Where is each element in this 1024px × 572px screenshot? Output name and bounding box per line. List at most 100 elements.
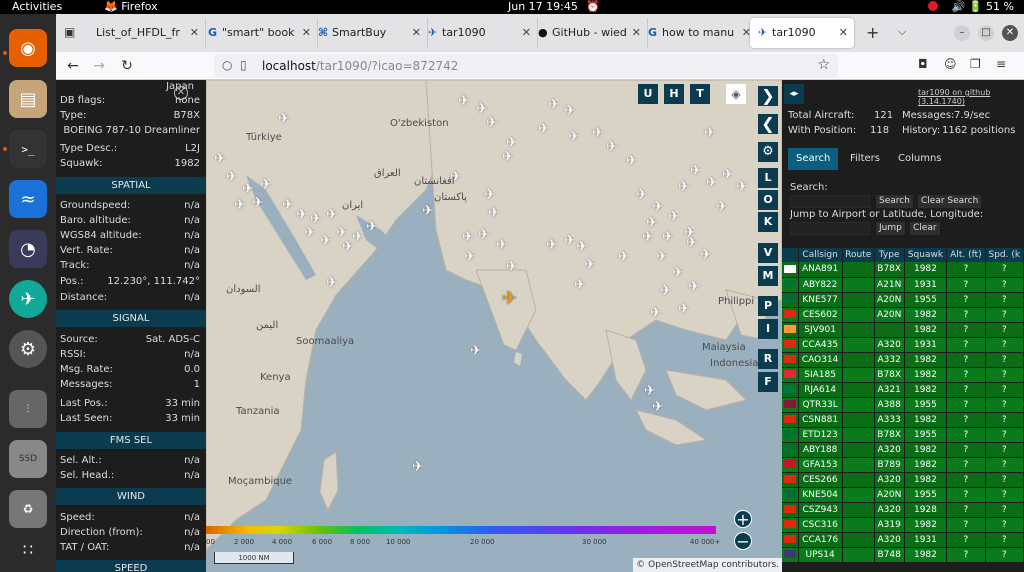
page-info-icon[interactable]: ○ (222, 58, 232, 72)
table-row[interactable]: CSZ943 A320 1928?? (782, 502, 1024, 518)
list-all-tabs-icon[interactable]: ⌵ (898, 25, 906, 39)
status-area[interactable]: 🔊 🔋 51 % (927, 0, 1014, 14)
table-row[interactable]: RJA614 A321 1982?? (782, 382, 1024, 398)
tab-search[interactable]: Search (788, 148, 839, 170)
aircraft-marker[interactable]: ✈ (464, 250, 476, 264)
aircraft-marker[interactable]: ✈ (606, 140, 618, 154)
aircraft-marker[interactable]: ✈ (678, 180, 690, 194)
minimize-button[interactable]: – (954, 25, 970, 41)
speed-header[interactable]: SPEED (56, 560, 206, 572)
fms-sel-header[interactable]: FMS SEL (56, 432, 206, 449)
aircraft-marker[interactable]: ✈ (478, 228, 490, 242)
aircraft-marker[interactable]: ✈ (584, 258, 596, 272)
chevron-right-icon[interactable]: ❯ (758, 86, 778, 106)
table-row[interactable]: KNE504 A20N 1955?? (782, 487, 1024, 503)
tab-filters[interactable]: Filters (842, 148, 888, 170)
aircraft-marker[interactable]: ✈ (278, 112, 290, 126)
jump-input[interactable] (790, 222, 870, 235)
aircraft-marker[interactable]: ✈ (476, 102, 488, 116)
search-button[interactable]: Search (876, 195, 913, 208)
chevron-left-icon[interactable]: ❮ (758, 114, 778, 134)
column-header[interactable]: Callsign (798, 248, 843, 262)
aircraft-marker[interactable]: ✈ (690, 164, 702, 178)
aircraft-marker[interactable]: ✈ (660, 284, 672, 298)
zoom-in-button[interactable]: + (734, 510, 752, 528)
aircraft-marker[interactable]: ✈ (488, 206, 500, 220)
aircraft-marker[interactable]: ✈ (326, 276, 338, 290)
map-button-l[interactable]: L (758, 168, 778, 188)
expand-panel-icon[interactable]: ◂▸ (784, 84, 804, 104)
aircraft-marker[interactable]: ✈ (662, 230, 674, 244)
signal-header[interactable]: SIGNAL (56, 310, 206, 327)
map[interactable]: Türkiye O'zbekiston العراق ایران افغانست… (206, 80, 782, 572)
aircraft-marker[interactable]: ✈ (422, 204, 434, 218)
tab-7-active[interactable]: ✈ tar1090 ✕ (750, 18, 854, 48)
aircraft-marker[interactable]: ✈ (304, 226, 316, 240)
reload-button[interactable]: ↻ (116, 56, 138, 76)
layers-icon[interactable]: ◈ (726, 84, 746, 104)
settings-icon[interactable]: ⚙ (9, 330, 47, 368)
close-icon[interactable]: ✕ (190, 18, 199, 48)
aircraft-marker[interactable]: ✈ (484, 188, 496, 202)
ssd-icon[interactable]: SSD (9, 440, 47, 478)
aircraft-marker[interactable]: ✈ (506, 136, 518, 150)
table-row[interactable]: GFA153 B789 1982?? (782, 457, 1024, 473)
activities-button[interactable]: Activities (12, 0, 62, 14)
aircraft-marker[interactable]: ✈ (366, 220, 378, 234)
close-icon[interactable]: ✕ (839, 18, 848, 48)
aircraft-marker[interactable]: ✈ (678, 302, 690, 316)
forward-button[interactable]: → (88, 56, 110, 76)
map-button-t[interactable]: T (690, 84, 710, 104)
aircraft-marker[interactable]: ✈ (568, 130, 580, 144)
tab-6[interactable]: Ghow to manu ✕ (640, 18, 758, 48)
aircraft-marker[interactable]: ✈ (642, 230, 654, 244)
aircraft-marker[interactable]: ✈ (470, 344, 482, 358)
table-row[interactable]: CSC316 A319 1982?? (782, 517, 1024, 533)
table-row[interactable]: ETD123 B78X 1955?? (782, 427, 1024, 443)
pocket-icon[interactable]: ◘ (918, 57, 928, 71)
aircraft-marker[interactable]: ✈ (636, 188, 648, 202)
aircraft-marker[interactable]: ✈ (646, 216, 658, 230)
aircraft-marker[interactable]: ✈ (618, 250, 630, 264)
clear-button[interactable]: Clear (910, 222, 940, 235)
column-header[interactable]: Route (842, 248, 875, 262)
github-link[interactable]: tar1090 on github (3.14.1740) (918, 88, 1024, 106)
apps-grid-icon[interactable]: ∷ (9, 530, 47, 568)
aircraft-marker[interactable]: ✈ (260, 178, 272, 192)
account-icon[interactable]: ☺ (944, 57, 957, 71)
aircraft-marker[interactable]: ✈ (652, 400, 664, 414)
network-icon[interactable]: ≈ (9, 180, 47, 218)
aircraft-marker[interactable]: ✈ (656, 250, 668, 264)
menu-icon[interactable]: ≡ (996, 57, 1006, 71)
aircraft-marker[interactable]: ✈ (506, 260, 518, 274)
aircraft-marker[interactable]: ✈ (296, 208, 308, 222)
aircraft-marker[interactable]: ✈ (564, 104, 576, 118)
aircraft-marker[interactable]: ✈ (652, 200, 664, 214)
app-menu[interactable]: 🦊 Firefox (104, 0, 158, 14)
table-row[interactable]: CES602 A20N 1982?? (782, 307, 1024, 323)
table-row[interactable]: CAO314 A332 1982?? (782, 352, 1024, 368)
aircraft-marker[interactable]: ✈ (564, 234, 576, 248)
table-row[interactable]: SJV901 1982?? (782, 322, 1024, 338)
table-row[interactable]: CCA435 A320 1931?? (782, 337, 1024, 353)
map-button-f[interactable]: F (758, 372, 778, 392)
table-row[interactable]: CES266 A320 1982?? (782, 472, 1024, 488)
aircraft-marker[interactable]: ✈ (650, 306, 662, 320)
aircraft-marker[interactable]: ✈ (234, 198, 246, 212)
files-icon[interactable]: ▤ (9, 80, 47, 118)
selected-aircraft-marker[interactable]: ✈ (502, 290, 517, 308)
map-button-h[interactable]: H (664, 84, 684, 104)
firefox-icon[interactable]: ◉ (9, 29, 47, 67)
aircraft-marker[interactable]: ✈ (716, 200, 728, 214)
map-button-r[interactable]: R (758, 349, 778, 369)
zoom-out-button[interactable]: − (734, 532, 752, 550)
trash-icon[interactable]: ♻ (9, 490, 47, 528)
tab-4[interactable]: ✈ tar1090 ✕ (420, 18, 538, 48)
aircraft-marker[interactable]: ✈ (214, 152, 226, 166)
aircraft-marker[interactable]: ✈ (546, 238, 558, 252)
column-header[interactable]: Type (874, 248, 905, 262)
close-window-button[interactable]: ✕ (1002, 25, 1018, 41)
map-button-v[interactable]: V (758, 243, 778, 263)
table-row[interactable]: ABY822 A21N 1931?? (782, 277, 1024, 293)
table-row[interactable]: UPS14 B748 1982?? (782, 547, 1024, 563)
